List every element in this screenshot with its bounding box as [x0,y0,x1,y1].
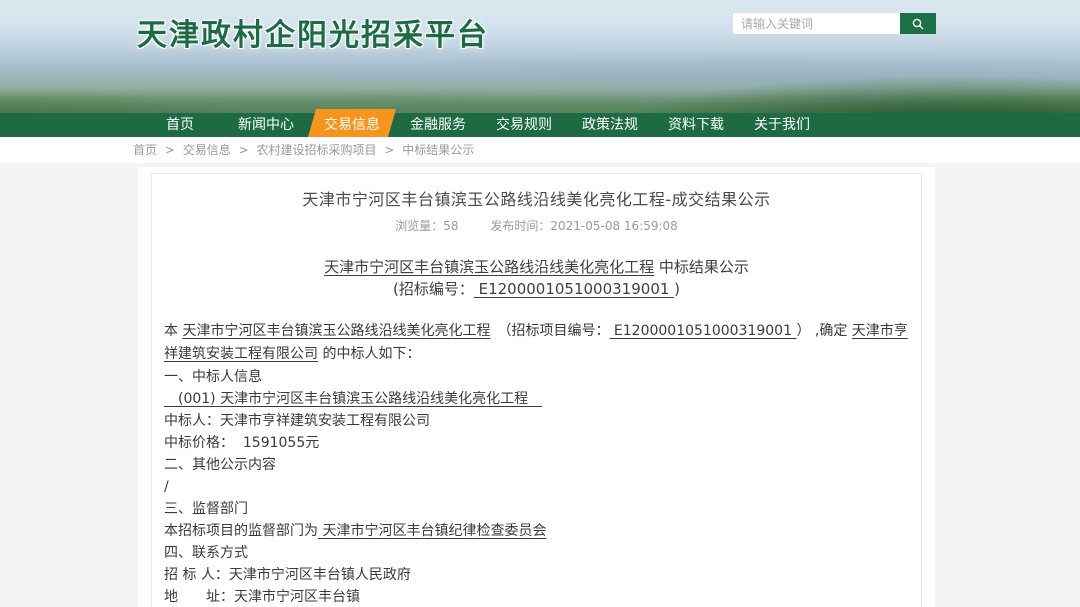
article-body: 本 天津市宁河区丰台镇滨玉公路线沿线美化亮化工程 （招标项目编号： E12000… [164,320,909,607]
text: 招 标 人：天津市宁河区丰台镇人民政府 [164,567,411,583]
text: 中标结果公示 [654,258,749,276]
article-subtitle: 天津市宁河区丰台镇滨玉公路线沿线美化亮化工程 中标结果公示(招标编号： E120… [164,256,909,300]
nav-item-label: 政策法规 [582,117,638,133]
search-button[interactable] [900,13,936,34]
nav-item-label: 关于我们 [754,117,810,133]
nav-item-news[interactable]: 新闻中心 [223,113,309,137]
main-area: 天津市宁河区丰台镇滨玉公路线沿线美化亮化工程-成交结果公示 浏览量：58 发布时… [0,163,1080,607]
article-line: 二、其他公示内容 [164,454,909,476]
breadcrumb-item-trade-info[interactable]: 交易信息 [183,143,231,157]
publish-time: 发布时间：2021-05-08 16:59:08 [490,219,677,233]
underlined-text: 天津市宁河区丰台镇滨玉公路线沿线美化亮化工程 [324,258,654,276]
article-title: 天津市宁河区丰台镇滨玉公路线沿线美化亮化工程-成交结果公示 [164,188,909,212]
subtitle-line: 天津市宁河区丰台镇滨玉公路线沿线美化亮化工程 中标结果公示 [164,256,909,278]
header-banner: 天津政村企阳光招采平台 [0,0,1080,113]
text: 三、监督部门 [164,501,248,517]
content-panel: 天津市宁河区丰台镇滨玉公路线沿线美化亮化工程-成交结果公示 浏览量：58 发布时… [138,167,935,607]
breadcrumb-item-home[interactable]: 首页 [133,143,157,157]
nav-item-trade-info-active[interactable]: 交易信息 [309,113,395,137]
text: 二、其他公示内容 [164,457,276,473]
search-icon [911,17,925,31]
nav-item-finance[interactable]: 金融服务 [395,113,481,137]
underlined-text: (001) 天津市宁河区丰台镇滨玉公路线沿线美化亮化工程 [164,391,542,407]
nav-item-label: 资料下载 [668,117,724,133]
publish-value: 2021-05-08 16:59:08 [550,219,677,233]
text: 本 [164,323,182,339]
article-line: 本招标项目的监督部门为 天津市宁河区丰台镇纪律检查委员会 [164,520,909,542]
underlined-text: 天津市宁河区丰台镇纪律检查委员会 [318,523,546,539]
text: 地 址：天津市宁河区丰台镇 [164,589,360,605]
text: 本招标项目的监督部门为 [164,523,318,539]
main-nav: 首页 新闻中心 交易信息 金融服务 交易规则 政策法规 资料下载 关于我们 [0,113,1080,137]
article-line: 四、联系方式 [164,542,909,564]
article-line: 地 址：天津市宁河区丰台镇 [164,586,909,607]
breadcrumb: 首页 > 交易信息 > 农村建设招标采购项目 > 中标结果公示 [0,137,1080,163]
text: 的中标人如下： [318,346,420,362]
text: 一、中标人信息 [164,369,262,385]
article-line: 本 天津市宁河区丰台镇滨玉公路线沿线美化亮化工程 （招标项目编号： E12000… [164,320,909,366]
views-count: 浏览量：58 [395,219,458,233]
publish-label: 发布时间： [490,219,550,233]
content-card: 天津市宁河区丰台镇滨玉公路线沿线美化亮化工程-成交结果公示 浏览量：58 发布时… [151,173,922,607]
article-line: 招 标 人：天津市宁河区丰台镇人民政府 [164,564,909,586]
underlined-text: E1200001051000319001 [474,280,674,298]
article-line: (001) 天津市宁河区丰台镇滨玉公路线沿线美化亮化工程 [164,388,909,410]
article-meta: 浏览量：58 发布时间：2021-05-08 16:59:08 [164,218,909,234]
subtitle-line: (招标编号： E1200001051000319001 ) [164,278,909,300]
text: （招标项目编号： [490,323,609,339]
nav-item-home[interactable]: 首页 [137,113,223,137]
nav-item-policy[interactable]: 政策法规 [567,113,653,137]
nav-item-label: 交易信息 [324,117,380,133]
nav-item-label: 首页 [166,117,194,133]
underlined-text: 天津市宁河区丰台镇滨玉公路线沿线美化亮化工程 [182,323,490,339]
article-line: 中标人：天津市亨祥建筑安装工程有限公司 [164,410,909,432]
article-line: 中标价格： 1591055元 [164,432,909,454]
search-input[interactable] [733,13,900,34]
breadcrumb-separator: > [384,143,394,157]
nav-item-about[interactable]: 关于我们 [739,113,825,137]
article-line: 三、监督部门 [164,498,909,520]
site-title: 天津政村企阳光招采平台 [137,10,489,54]
article-line: / [164,476,909,498]
nav-item-label: 金融服务 [410,117,466,133]
article-line: 一、中标人信息 [164,366,909,388]
breadcrumb-separator: > [165,143,175,157]
text: 中标价格： 1591055元 [164,435,319,451]
text: 四、联系方式 [164,545,248,561]
views-label: 浏览量： [395,219,443,233]
breadcrumb-item-rural-projects[interactable]: 农村建设招标采购项目 [256,143,376,157]
text: ） ,确定 [796,323,851,339]
breadcrumb-separator: > [239,143,249,157]
breadcrumb-item-result-notice[interactable]: 中标结果公示 [402,143,474,157]
text: / [164,479,169,495]
text: (招标编号： [393,280,474,298]
underlined-text: E1200001051000319001 [609,323,796,339]
search-bar [733,13,936,34]
nav-item-label: 交易规则 [496,117,552,133]
text: ) [674,280,680,298]
text: 中标人：天津市亨祥建筑安装工程有限公司 [164,413,430,429]
nav-item-downloads[interactable]: 资料下载 [653,113,739,137]
views-value: 58 [443,219,458,233]
nav-item-trade-rules[interactable]: 交易规则 [481,113,567,137]
nav-item-label: 新闻中心 [238,117,294,133]
